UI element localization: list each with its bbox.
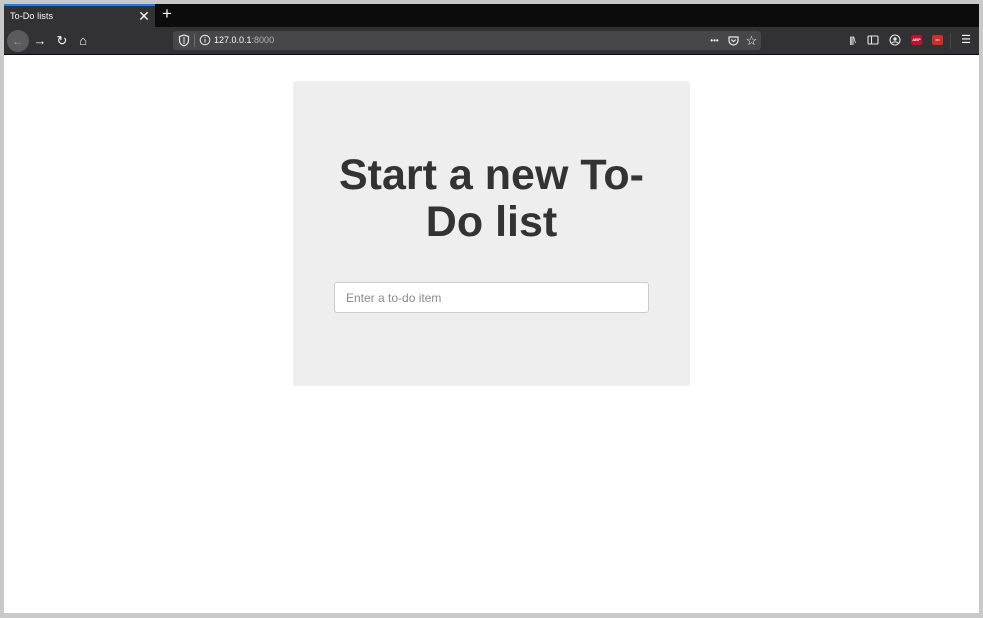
- home-button[interactable]: ⌂: [72, 30, 94, 52]
- lastpass-extension-icon[interactable]: •••: [932, 35, 943, 45]
- forward-button[interactable]: →: [29, 30, 51, 52]
- new-tab-button[interactable]: +: [159, 5, 175, 23]
- jumbotron: Start a new To-Do list: [293, 81, 690, 386]
- url-divider: [194, 34, 195, 47]
- back-button[interactable]: ←: [7, 30, 29, 52]
- sidebar-icon[interactable]: [865, 32, 881, 48]
- url-host: 127.0.0.1: [214, 35, 252, 45]
- close-tab-icon[interactable]: ✕: [137, 7, 151, 25]
- adblock-extension-icon[interactable]: ABP: [911, 35, 922, 45]
- reload-button[interactable]: ↻: [51, 30, 73, 52]
- toolbar-divider: [950, 33, 951, 49]
- shield-icon[interactable]: [178, 34, 190, 47]
- page-content: Start a new To-Do list: [4, 55, 979, 613]
- new-item-input[interactable]: [334, 282, 649, 313]
- page-actions-icon[interactable]: •••: [707, 33, 722, 48]
- bookmark-star-icon[interactable]: ☆: [744, 33, 759, 48]
- navigation-toolbar: ← → ↻ ⌂ 127.0.0.1:8000 ••• ☆ |||\ ABP ••…: [4, 27, 979, 55]
- tab-title: To-Do lists: [10, 11, 54, 21]
- browser-window: To-Do lists ✕ + ← → ↻ ⌂ 127.0.0.1:8000 •…: [4, 4, 979, 613]
- url-text[interactable]: 127.0.0.1:8000: [214, 35, 274, 45]
- tab-todo-lists[interactable]: To-Do lists ✕: [4, 4, 155, 27]
- url-port: :8000: [251, 35, 275, 45]
- hamburger-menu-icon[interactable]: ☰: [958, 32, 974, 48]
- info-icon[interactable]: [199, 34, 211, 46]
- pocket-icon[interactable]: [726, 33, 741, 48]
- page-heading: Start a new To-Do list: [338, 151, 644, 246]
- account-icon[interactable]: [887, 32, 903, 48]
- url-bar[interactable]: 127.0.0.1:8000 ••• ☆: [173, 31, 761, 50]
- tab-strip: To-Do lists ✕ +: [4, 4, 979, 27]
- library-icon[interactable]: |||\: [844, 32, 860, 48]
